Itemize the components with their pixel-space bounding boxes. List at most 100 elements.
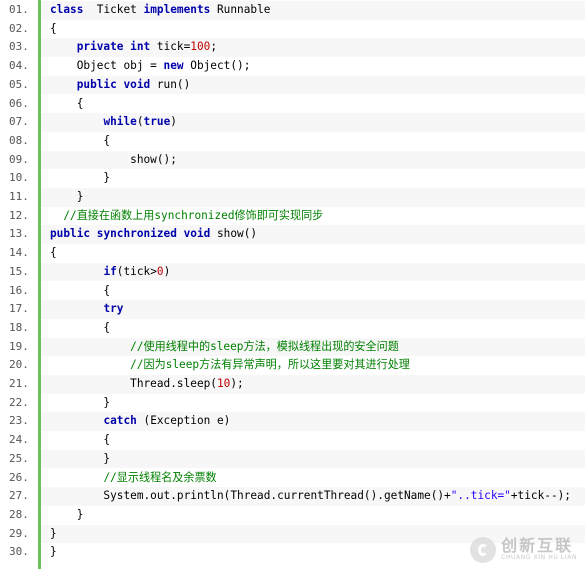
code-text: Thread.sleep(10); <box>50 375 244 394</box>
code-cell: public synchronized void show() <box>41 225 585 245</box>
code-token: } <box>50 545 57 559</box>
code-cell: //因为sleep方法有异常声明，所以这里要对其进行处理 <box>41 356 585 375</box>
code-keyword: public <box>50 227 91 241</box>
watermark-chinese-text: 创新互联 <box>501 536 574 555</box>
code-text: { <box>50 95 84 114</box>
code-text: if(tick>0) <box>50 263 170 282</box>
code-text: } <box>50 543 57 562</box>
line-number: 11. <box>9 190 29 203</box>
code-line: 21. Thread.sleep(10); <box>0 375 585 394</box>
code-token: ; <box>210 40 218 54</box>
code-token: } <box>50 451 111 465</box>
line-number: 02. <box>9 21 29 35</box>
code-keyword: class <box>50 3 84 16</box>
code-cell: { <box>41 431 585 450</box>
code-cell: public void run() <box>41 75 585 95</box>
code-keyword: while <box>103 115 137 129</box>
line-number: 21. <box>9 377 29 390</box>
code-line: 20. //因为sleep方法有异常声明，所以这里要对其进行处理 <box>0 356 585 375</box>
watermark: 创新互联 CHUANG XIN HU LIAN <box>470 537 577 563</box>
code-line: 23. catch (Exception e) <box>0 412 585 432</box>
code-token: { <box>50 246 57 260</box>
code-text: //直接在函数上用synchronized修饰即可实现同步 <box>50 207 323 226</box>
code-line: 26. //显示线程名及余票数 <box>0 469 585 488</box>
code-line: 02. { <box>0 20 585 39</box>
code-token: Object obj = <box>50 59 164 73</box>
code-text: } <box>50 506 84 525</box>
line-number: 29. <box>9 526 29 540</box>
code-line: 05. public void run() <box>0 75 585 95</box>
code-block: 01. class Ticket implements Runnable 02. {0… <box>0 0 585 569</box>
code-number: 10 <box>216 377 231 390</box>
line-number: 23. <box>9 414 29 428</box>
code-line: 07. while(true) <box>0 113 585 132</box>
line-number: 17. <box>9 302 29 316</box>
code-comment: //使用线程中的sleep方法，模拟线程出现的安全问题 <box>130 339 399 353</box>
code-cell: //使用线程中的sleep方法，模拟线程出现的安全问题 <box>41 337 585 357</box>
code-keyword: void <box>183 227 211 241</box>
line-number: 30. <box>9 545 29 559</box>
code-line: 01. class Ticket implements Runnable <box>0 1 585 20</box>
code-keyword: implements <box>143 3 211 16</box>
code-cell: { <box>41 319 585 338</box>
code-text: try <box>50 300 123 319</box>
line-number: 05. <box>9 77 29 91</box>
code-token: } <box>50 171 111 185</box>
code-text: Object obj = new Object(); <box>50 57 251 76</box>
code-token: { <box>50 320 111 334</box>
line-number: 03. <box>9 40 29 54</box>
line-number: 25. <box>9 451 29 465</box>
code-cell: catch (Exception e) <box>41 412 585 432</box>
line-number: 28. <box>9 507 29 521</box>
code-cell: { <box>41 95 585 114</box>
code-cell: private int tick=100; <box>41 38 585 58</box>
code-text: { <box>50 282 110 301</box>
code-cell: { <box>41 244 585 263</box>
code-line: 16. { <box>0 282 585 301</box>
code-text: { <box>50 132 110 151</box>
code-keyword: catch <box>103 414 137 428</box>
code-token: { <box>50 283 111 297</box>
line-number: 10. <box>9 171 29 185</box>
code-keyword: int <box>130 40 151 54</box>
code-line: 17. try <box>0 300 585 319</box>
code-text: } <box>50 525 57 544</box>
line-number: 04. <box>9 59 29 73</box>
watermark-english-text: CHUANG XIN HU LIAN <box>501 554 577 561</box>
code-token: System.out.println(Thread.currentThread(… <box>50 489 451 503</box>
code-keyword: public <box>76 77 117 91</box>
code-text: class Ticket implements Runnable <box>50 1 270 20</box>
code-line: 12. //直接在函数上用synchronized修饰即可实现同步 <box>0 207 585 226</box>
code-cell: try <box>41 300 585 319</box>
code-keyword: synchronized <box>96 227 177 241</box>
code-token: { <box>50 433 111 447</box>
code-token: run() <box>150 77 191 91</box>
code-line: 06. { <box>0 95 585 114</box>
code-comment: //直接在函数上用synchronized修饰即可实现同步 <box>50 208 324 222</box>
code-token: Object(); <box>183 59 251 73</box>
code-number: 0 <box>156 264 164 278</box>
line-number: 14. <box>9 246 29 260</box>
code-cell: show(); <box>41 150 585 170</box>
code-text: } <box>50 169 110 188</box>
line-number: 27. <box>9 489 29 503</box>
code-cell: class Ticket implements Runnable <box>41 1 585 20</box>
code-token: } <box>50 395 111 409</box>
code-line: 08. { <box>0 132 585 151</box>
code-text: //使用线程中的sleep方法，模拟线程出现的安全问题 <box>50 338 399 357</box>
code-token: (tick> <box>116 264 157 278</box>
code-text: { <box>50 431 110 450</box>
code-text: { <box>50 244 57 263</box>
line-number: 19. <box>9 339 29 353</box>
code-token: Thread.sleep( <box>50 377 217 390</box>
code-text: { <box>50 319 110 338</box>
line-number: 06. <box>9 96 29 110</box>
code-line: 09. show(); <box>0 150 585 170</box>
code-line: 13. public synchronized void show() <box>0 225 585 245</box>
code-token: show() <box>210 227 258 241</box>
code-text: public void run() <box>50 76 191 95</box>
